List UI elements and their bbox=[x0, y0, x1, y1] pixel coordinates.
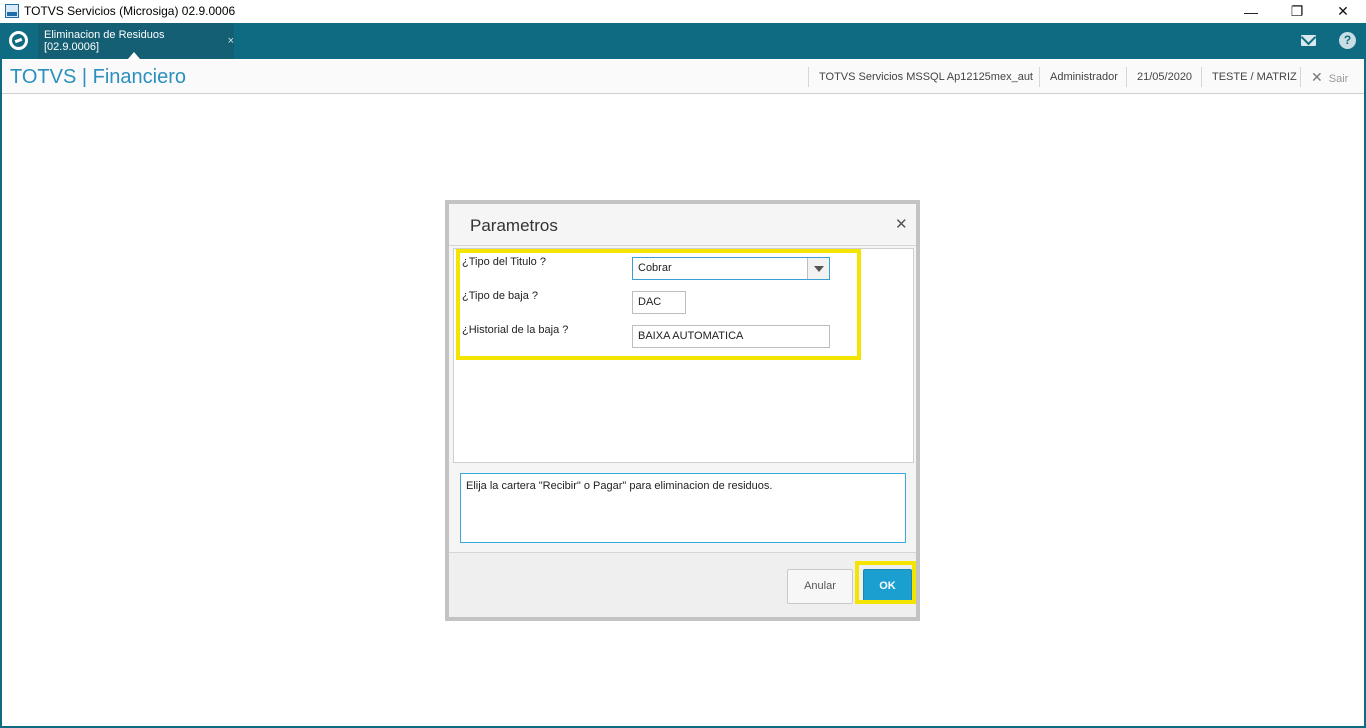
dialog-close-icon[interactable]: ✕ bbox=[895, 215, 908, 233]
minimize-button[interactable]: — bbox=[1228, 0, 1274, 23]
tab-close-icon[interactable]: × bbox=[228, 35, 234, 47]
help-text-box: Elija la cartera "Recibir" o Pagar" para… bbox=[460, 473, 906, 543]
totvs-logo-icon[interactable] bbox=[9, 31, 28, 50]
tab-label: Eliminacion de Residuos [02.9.0006] bbox=[44, 29, 165, 53]
window-titlebar: TOTVS Servicios (Microsiga) 02.9.0006 — … bbox=[0, 0, 1366, 23]
branch-info[interactable]: TESTE / MATRIZ bbox=[1201, 67, 1299, 87]
active-tab-pointer bbox=[128, 52, 140, 59]
restore-button[interactable]: ❐ bbox=[1274, 0, 1320, 23]
date-info[interactable]: 21/05/2020 bbox=[1126, 67, 1200, 87]
user-info[interactable]: Administrador bbox=[1039, 67, 1125, 87]
app-tabbar: Eliminacion de Residuos [02.9.0006] × bbox=[0, 23, 1366, 59]
ok-highlight-box bbox=[855, 561, 916, 604]
module-header: TOTVS | Financiero TOTVS Servicios MSSQL… bbox=[2, 60, 1364, 94]
mail-icon[interactable] bbox=[1301, 35, 1316, 46]
window-title: TOTVS Servicios (Microsiga) 02.9.0006 bbox=[24, 4, 236, 18]
module-title: TOTVS | Financiero bbox=[10, 66, 186, 88]
cancel-button[interactable]: Anular bbox=[787, 569, 853, 604]
params-highlight-box bbox=[456, 249, 861, 360]
exit-label: Sair bbox=[1328, 73, 1349, 85]
dialog-header: Parametros ✕ bbox=[449, 204, 916, 246]
window-close-button[interactable]: ✕ bbox=[1320, 0, 1366, 23]
exit-button[interactable]: ✕ Sair bbox=[1300, 67, 1362, 87]
help-icon[interactable]: ? bbox=[1339, 32, 1356, 49]
dialog-title: Parametros bbox=[470, 216, 558, 235]
exit-icon: ✕ bbox=[1311, 69, 1323, 85]
app-window-icon bbox=[5, 4, 19, 18]
environment-info[interactable]: TOTVS Servicios MSSQL Ap12125mex_aut bbox=[808, 67, 1038, 87]
